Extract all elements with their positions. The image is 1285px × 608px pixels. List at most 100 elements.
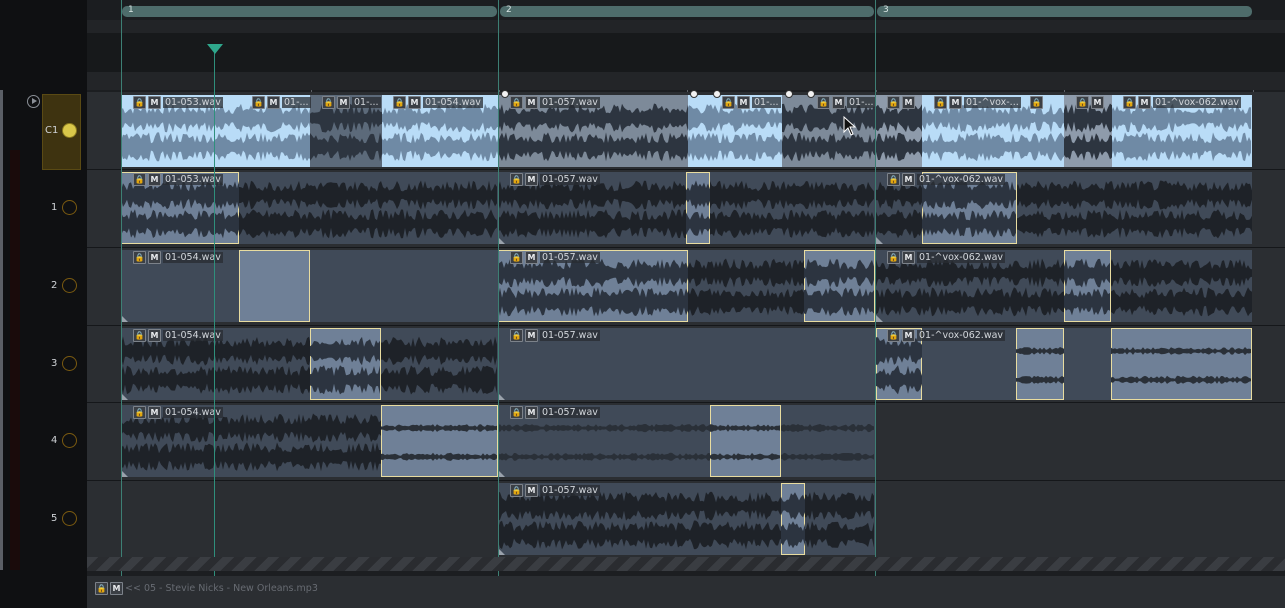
lock-icon[interactable]: 🔒 bbox=[133, 250, 146, 264]
mute-icon[interactable]: M bbox=[525, 95, 538, 109]
lane-solo-button[interactable] bbox=[62, 278, 77, 293]
clip-corner bbox=[876, 237, 883, 244]
lock-icon[interactable]: 🔒 bbox=[1123, 95, 1136, 109]
lane-header-3[interactable]: 3 bbox=[40, 326, 87, 402]
lane-label: 5 bbox=[51, 513, 58, 524]
lock-icon[interactable]: 🔒 bbox=[95, 582, 108, 595]
marker-line bbox=[498, 0, 499, 608]
fade-handle[interactable] bbox=[807, 90, 815, 98]
take-clip-selected[interactable] bbox=[781, 483, 805, 555]
mute-icon[interactable]: M bbox=[1091, 95, 1104, 109]
waveform bbox=[804, 258, 874, 317]
lock-icon[interactable]: 🔒 bbox=[510, 172, 523, 186]
clip-header: 🔒 M 01-053.wav bbox=[133, 95, 223, 109]
mute-icon[interactable]: M bbox=[832, 95, 845, 109]
mute-icon[interactable]: M bbox=[148, 328, 161, 342]
lock-icon[interactable]: 🔒 bbox=[510, 405, 523, 419]
mute-icon[interactable]: M bbox=[1138, 95, 1151, 109]
lock-icon[interactable]: 🔒 bbox=[1076, 95, 1089, 109]
lock-icon[interactable]: 🔒 bbox=[887, 250, 900, 264]
mute-icon[interactable]: M bbox=[148, 405, 161, 419]
lock-icon[interactable]: 🔒 bbox=[133, 95, 146, 109]
lock-icon[interactable]: 🔒 bbox=[133, 172, 146, 186]
lane-header-4[interactable]: 4 bbox=[40, 403, 87, 479]
take-clip-selected[interactable] bbox=[1111, 328, 1252, 400]
mute-icon[interactable]: M bbox=[148, 250, 161, 264]
take-clip-selected[interactable] bbox=[381, 405, 498, 477]
mute-icon[interactable]: M bbox=[148, 172, 161, 186]
clip-header: 🔒 M 01-^vox-062.wav bbox=[887, 328, 1006, 342]
clip-header: 🔒 M 01-... bbox=[722, 95, 781, 109]
lock-icon[interactable]: 🔒 bbox=[510, 483, 523, 497]
lane-solo-button[interactable] bbox=[62, 511, 77, 526]
mute-icon[interactable]: M bbox=[525, 328, 538, 342]
take-clip-selected[interactable] bbox=[239, 250, 310, 322]
waveform-channel bbox=[381, 452, 497, 461]
lane-solo-button[interactable] bbox=[62, 356, 77, 371]
mute-icon[interactable]: M bbox=[902, 172, 915, 186]
lock-icon[interactable]: 🔒 bbox=[322, 95, 335, 109]
clip-name: 01-^vox-062.wav bbox=[917, 251, 1006, 263]
take-clip-selected[interactable] bbox=[710, 405, 781, 477]
take-clip-selected[interactable] bbox=[310, 328, 381, 400]
mute-icon[interactable]: M bbox=[148, 95, 161, 109]
lane-separator bbox=[87, 557, 1285, 571]
footer-clip-name: << 05 - Stevie Nicks - New Orleans.mp3 bbox=[125, 583, 318, 594]
fade-handle[interactable] bbox=[785, 90, 793, 98]
take-clip-selected[interactable] bbox=[804, 250, 875, 322]
playhead-icon[interactable] bbox=[207, 44, 223, 54]
marker-3[interactable]: 3 bbox=[877, 5, 1252, 17]
lock-icon[interactable]: 🔒 bbox=[393, 95, 406, 109]
mute-icon[interactable]: M bbox=[525, 250, 538, 264]
lock-icon[interactable]: 🔒 bbox=[510, 328, 523, 342]
mute-icon[interactable]: M bbox=[902, 250, 915, 264]
mute-icon[interactable]: M bbox=[408, 95, 421, 109]
lock-icon[interactable]: 🔒 bbox=[887, 328, 900, 342]
fade-handle[interactable] bbox=[501, 90, 509, 98]
lane-solo-button[interactable] bbox=[62, 123, 77, 138]
lock-icon[interactable]: 🔒 bbox=[887, 172, 900, 186]
lane-header-1[interactable]: 1 bbox=[40, 170, 87, 246]
lane-header-2[interactable]: 2 bbox=[40, 248, 87, 324]
mute-icon[interactable]: M bbox=[902, 95, 915, 109]
waveform-channel bbox=[1016, 375, 1064, 384]
clip-name: 01-... bbox=[282, 96, 311, 108]
lock-icon[interactable]: 🔒 bbox=[510, 95, 523, 109]
take-clip-selected[interactable] bbox=[1064, 250, 1111, 322]
mute-icon[interactable]: M bbox=[110, 582, 123, 595]
lock-icon[interactable]: 🔒 bbox=[934, 95, 947, 109]
waveform-channel bbox=[781, 521, 805, 549]
comp-lane-header[interactable]: C1 bbox=[42, 94, 81, 170]
mute-icon[interactable]: M bbox=[525, 483, 538, 497]
lock-icon[interactable]: 🔒 bbox=[887, 95, 900, 109]
mute-icon[interactable]: M bbox=[737, 95, 750, 109]
lock-icon[interactable]: 🔒 bbox=[722, 95, 735, 109]
waveform-channel bbox=[310, 365, 380, 395]
marker-1[interactable]: 1 bbox=[122, 5, 497, 17]
lock-icon[interactable]: 🔒 bbox=[133, 328, 146, 342]
lock-icon[interactable]: 🔒 bbox=[1030, 95, 1043, 109]
mute-icon[interactable]: M bbox=[525, 172, 538, 186]
take-clip-selected[interactable] bbox=[686, 172, 710, 244]
mute-icon[interactable]: M bbox=[337, 95, 350, 109]
clip-corner bbox=[876, 315, 883, 322]
mute-icon[interactable]: M bbox=[949, 95, 962, 109]
lock-icon[interactable]: 🔒 bbox=[817, 95, 830, 109]
lock-icon[interactable]: 🔒 bbox=[133, 405, 146, 419]
clip-header: 🔒 M 01-053.wav bbox=[133, 172, 223, 186]
mute-icon[interactable]: M bbox=[267, 95, 280, 109]
waveform-channel bbox=[710, 424, 780, 432]
lock-icon[interactable]: 🔒 bbox=[252, 95, 265, 109]
fade-handle[interactable] bbox=[713, 90, 721, 98]
lane-solo-button[interactable] bbox=[62, 433, 77, 448]
timeline-ruler[interactable]: 3 4 5 6 7 8 9 bbox=[87, 20, 1285, 105]
fade-handle[interactable] bbox=[690, 90, 698, 98]
mute-icon[interactable]: M bbox=[902, 328, 915, 342]
take-clip-selected[interactable] bbox=[1016, 328, 1064, 400]
marker-2[interactable]: 2 bbox=[500, 5, 874, 17]
mute-icon[interactable]: M bbox=[525, 405, 538, 419]
play-lanes-icon[interactable] bbox=[27, 95, 40, 108]
lock-icon[interactable]: 🔒 bbox=[510, 250, 523, 264]
lane-solo-button[interactable] bbox=[62, 200, 77, 215]
lane-header-5[interactable]: 5 bbox=[40, 481, 87, 557]
